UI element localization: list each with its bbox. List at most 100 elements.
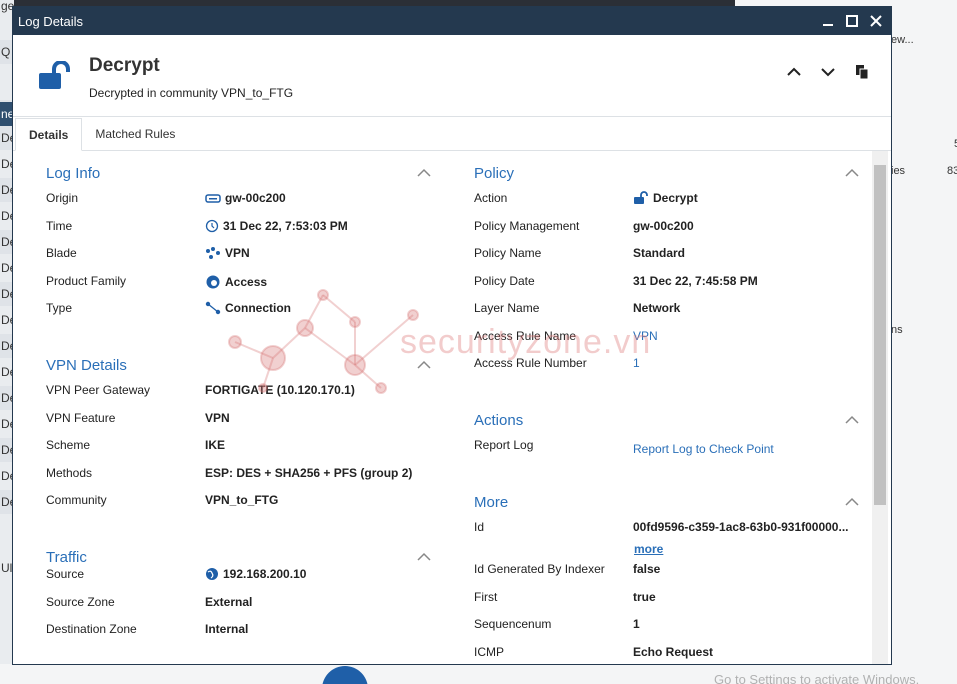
field-label: Id [474, 520, 485, 534]
close-icon [870, 15, 882, 27]
field-value: gw-00c200 [633, 218, 694, 233]
globe-icon [206, 568, 218, 580]
log-subtitle: Decrypted in community VPN_to_FTG [89, 86, 294, 100]
log-title: Decrypt [89, 55, 160, 76]
field-value: Echo Request [633, 644, 714, 659]
watermark-network-logo [228, 289, 419, 394]
clock-icon [205, 219, 219, 232]
window-title: Log Details [18, 13, 84, 29]
section-header[interactable]: More [474, 494, 859, 516]
tab-bar: Details Matched Rules [13, 117, 891, 151]
field-label: Policy Date [474, 273, 535, 288]
field-label: Source [46, 567, 85, 581]
collapse-chevron-icon [417, 168, 431, 177]
field-value: VPN [205, 410, 230, 425]
field-value: Standard [633, 246, 686, 260]
field-label: First [474, 589, 498, 604]
field-label: Policy Management [474, 218, 580, 233]
section-header[interactable]: Policy [474, 165, 859, 187]
field-value: 31 Dec 22, 7:53:03 PM [223, 218, 348, 233]
collapse-chevron-icon [845, 168, 859, 177]
field-label: Source Zone [46, 594, 115, 609]
previous-log-button[interactable] [785, 63, 803, 81]
field-label: Id Generated By Indexer [474, 562, 605, 576]
field-value: External [205, 594, 253, 609]
next-log-button[interactable] [819, 63, 837, 81]
copy-icon [856, 65, 869, 80]
section-title: Log Info [46, 165, 101, 182]
field-label: VPN Peer Gateway [46, 383, 151, 397]
field-label: ICMP [474, 644, 504, 659]
field-label: Report Log [474, 438, 534, 452]
tab-details[interactable]: Details [15, 118, 83, 151]
traffic-section: Traffic Source 192.168.200.10 Source Zon… [46, 549, 431, 646]
background-text: ew... [891, 34, 914, 46]
details-content: Log Info Origin gw-00c200 Time 31 Dec 22… [13, 151, 891, 664]
field-value: true [633, 589, 656, 604]
vertical-scrollbar[interactable] [872, 151, 888, 664]
minimize-button[interactable] [819, 12, 837, 30]
field-value: 192.168.200.10 [223, 567, 307, 581]
tab-matched-rules[interactable]: Matched Rules [82, 117, 188, 150]
minimize-icon [823, 24, 833, 26]
close-button[interactable] [867, 12, 885, 30]
field-label: Time [46, 218, 73, 233]
field-label: Community [46, 493, 107, 507]
actions-section: Actions Report Log Report Log to Check Po… [474, 412, 859, 462]
field-value: false [633, 562, 661, 576]
section-title: More [474, 494, 509, 511]
field-label: Policy Name [474, 246, 542, 260]
background-text: ns [891, 324, 903, 336]
field-label: Action [474, 191, 508, 205]
field-value: gw-00c200 [225, 191, 286, 205]
more-section: More Id 00fd9596-c359-1ac8-63b0-931f00000… [474, 494, 859, 664]
unlock-icon [37, 60, 73, 94]
field-value: 1 [633, 617, 640, 631]
watermark-text: securityzone.vn [400, 323, 652, 361]
field-value: Decrypt [653, 191, 698, 205]
field-value: IKE [205, 438, 226, 452]
title-bar[interactable]: Log Details [13, 7, 891, 35]
field-label: Blade [46, 246, 77, 260]
unlock-icon [634, 191, 648, 204]
collapse-chevron-icon [417, 552, 431, 561]
section-header[interactable]: Log Info [46, 165, 431, 187]
section-header[interactable]: Actions [474, 412, 859, 434]
vpn-icon [206, 247, 220, 259]
field-value: Network [633, 301, 681, 315]
collapse-chevron-icon [845, 415, 859, 424]
chevron-down-icon [821, 68, 835, 77]
field-label: VPN Feature [46, 410, 116, 425]
field-value: VPN [225, 246, 250, 260]
section-title: Policy [474, 165, 515, 182]
field-value: ESP: DES + SHA256 + PFS (group 2) [205, 465, 413, 480]
background-app-panel: ew... 5 ies 83 ns [891, 0, 957, 684]
log-header: Decrypt Decrypted in community VPN_to_FT… [13, 35, 891, 117]
background-text: ies [891, 165, 906, 177]
field-label: Sequencenum [474, 617, 552, 631]
activate-windows-subtitle: Go to Settings to activate Windows. [714, 672, 920, 684]
field-label: Product Family [46, 273, 127, 288]
report-log-link[interactable]: Report Log to Check Point [633, 442, 774, 456]
field-value: Internal [205, 622, 249, 636]
field-label: Origin [46, 191, 79, 205]
field-value: 00fd9596-c359-1ac8-63b0-931f00000... [633, 520, 849, 534]
collapse-chevron-icon [845, 497, 859, 506]
scrollbar-thumb[interactable] [874, 165, 886, 505]
background-text: 83 [947, 165, 957, 177]
field-value: 31 Dec 22, 7:45:58 PM [633, 273, 758, 288]
chevron-up-icon [787, 67, 801, 76]
maximize-icon [846, 15, 858, 27]
copy-button[interactable] [853, 63, 871, 81]
field-value: VPN_to_FTG [205, 493, 279, 507]
section-title: Actions [474, 412, 524, 429]
field-label: Scheme [46, 438, 91, 452]
field-label: Methods [46, 465, 93, 480]
section-title: VPN Details [46, 357, 127, 374]
more-link[interactable]: more [634, 542, 663, 556]
maximize-button[interactable] [843, 12, 861, 30]
field-label: Type [46, 301, 73, 315]
field-label: Layer Name [474, 301, 540, 315]
field-label: Destination Zone [46, 622, 137, 636]
gateway-icon [205, 194, 221, 203]
